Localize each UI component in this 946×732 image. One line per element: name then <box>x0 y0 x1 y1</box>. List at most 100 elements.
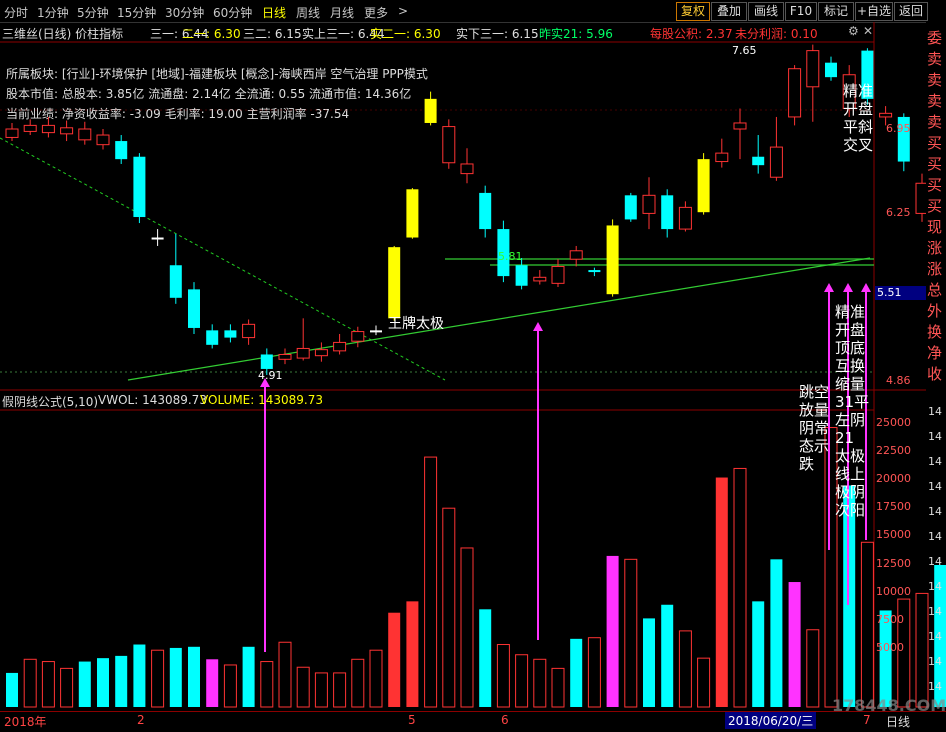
volume-indicator-name: 假阴线公式(5,10) <box>2 395 99 409</box>
volume-bar <box>624 558 638 708</box>
volume-side-value: 14 <box>928 605 942 618</box>
volume-bar <box>388 612 401 707</box>
mid-price-label: 5.81 <box>498 250 523 263</box>
quote-panel-char: 买 <box>927 176 943 194</box>
candle-body <box>624 195 637 220</box>
candle-body <box>96 134 110 146</box>
candle-body <box>5 128 19 138</box>
vol-axis-label: 20000 <box>876 472 911 485</box>
candle-body <box>569 250 583 260</box>
vol-axis-label: 15000 <box>876 528 911 541</box>
volume-side-value: 14 <box>928 555 942 568</box>
candle-body <box>78 128 92 141</box>
candle-body <box>588 270 601 273</box>
volume-side-value: 14 <box>928 430 942 443</box>
volume-bar <box>296 666 310 708</box>
volume-bar <box>406 601 419 707</box>
quote-panel-char: 收 <box>927 365 943 383</box>
volume-bar <box>515 654 529 708</box>
volume-bar <box>496 644 510 708</box>
candle-body <box>661 195 674 230</box>
candle-body <box>825 62 837 78</box>
volume-bar <box>314 672 328 708</box>
candle-body <box>169 265 182 298</box>
volume-side-value: 14 <box>928 680 942 693</box>
current-price-tag: 5.51 <box>875 286 927 300</box>
low-price-label: 4.91 <box>258 369 283 382</box>
candle-body <box>296 347 310 359</box>
volume-bar <box>587 637 601 708</box>
candle-body <box>460 163 474 175</box>
volume-side-value: 14 <box>928 580 942 593</box>
quote-panel-char: 买 <box>927 134 943 152</box>
cursor-date: 2018/06/20/三 <box>725 712 817 729</box>
volume-left-annotation: 跳空 放量 阴常 态示 跌 <box>799 383 830 473</box>
candle-body <box>60 127 74 135</box>
candle-body <box>551 265 565 284</box>
volume-bar <box>333 672 347 708</box>
date-label: 2018年 <box>4 715 47 729</box>
price-axis-label: 6.95 <box>886 122 911 135</box>
right-top-annotation: 精准 开盘 平斜 交叉 <box>843 82 874 154</box>
quote-panel-char: 买 <box>927 197 943 215</box>
volume-bar <box>206 659 219 707</box>
candle-body <box>788 68 802 118</box>
volume-bar <box>41 661 55 708</box>
candle-body <box>206 330 219 345</box>
quote-panel-char: 卖 <box>927 113 943 131</box>
vwol-value: VWOL: 143089.73 <box>98 393 207 407</box>
volume-bar <box>442 507 456 708</box>
trend-annotation: 王牌太极 <box>388 316 444 332</box>
candle-body <box>388 247 401 319</box>
volume-bar <box>806 629 820 708</box>
candle-body <box>224 330 237 338</box>
candle-body <box>23 124 37 132</box>
candle-body <box>370 330 382 333</box>
candle-body <box>642 194 656 214</box>
candle-body <box>697 159 710 213</box>
volume-bar <box>223 664 237 708</box>
quote-panel-char: 卖 <box>927 50 943 68</box>
volume-bar <box>661 604 674 707</box>
volume-right-annotation: 精准 开盘 顶底 互换 缩量 31平 左阴 21 太极 线上 极阴 次阳 <box>835 303 870 519</box>
volume-bar <box>551 667 565 708</box>
volume-bar <box>533 658 547 708</box>
volume-side-value: 14 <box>928 405 942 418</box>
quote-panel-char: 外 <box>927 302 943 320</box>
vol-axis-label: 22500 <box>876 444 911 457</box>
candle-body <box>424 98 437 123</box>
kline-chart[interactable] <box>0 0 946 731</box>
candle-body <box>479 192 492 230</box>
price-axis-label: 6.25 <box>886 206 911 219</box>
candle-body <box>278 353 292 360</box>
volume-bar <box>6 672 18 707</box>
volume-side-value: 14 <box>928 630 942 643</box>
period-label[interactable]: 日线 <box>886 713 910 730</box>
candle-body <box>606 225 619 295</box>
candle-body <box>769 146 783 178</box>
candle-body <box>115 141 128 160</box>
high-price-label: 7.65 <box>732 44 757 57</box>
quote-panel-char: 现 <box>927 218 943 236</box>
quote-panel-char: 总 <box>927 281 943 299</box>
volume-bar <box>479 609 492 707</box>
vol-axis-label: 25000 <box>876 416 911 429</box>
volume-side-value: 14 <box>928 655 942 668</box>
vol-axis-label: 5000 <box>876 641 904 654</box>
date-label: 6 <box>501 713 509 727</box>
candle-body <box>351 331 365 342</box>
volume-bar <box>278 641 292 708</box>
watermark: 178448.COM <box>832 696 946 715</box>
quote-panel-char: 卖 <box>927 92 943 110</box>
volume-bar <box>678 630 692 708</box>
volume-bar <box>715 477 728 707</box>
quote-panel-char: 涨 <box>927 260 943 278</box>
volume-bar <box>169 647 182 707</box>
price-axis-label: 4.86 <box>886 374 911 387</box>
volume-bar <box>697 657 711 708</box>
vol-axis-label: 7500 <box>876 613 904 626</box>
date-label: 5 <box>408 713 416 727</box>
candle-body <box>678 206 692 230</box>
candle-body <box>406 189 419 238</box>
volume-bar <box>133 644 146 707</box>
